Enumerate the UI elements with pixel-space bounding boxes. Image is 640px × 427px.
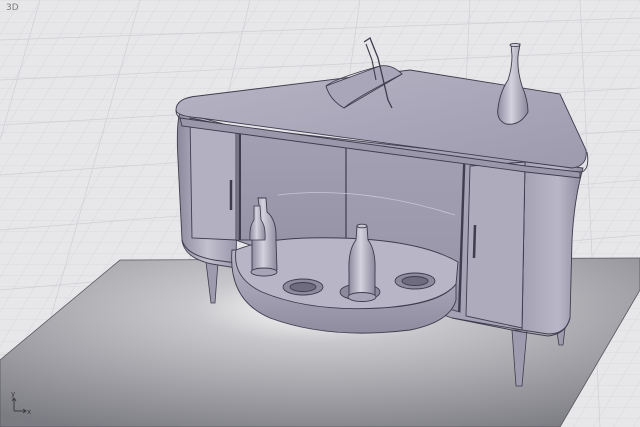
scene-canvas[interactable]: x y xyxy=(0,0,640,427)
axis-x-label: x xyxy=(27,408,31,416)
axis-y-label: y xyxy=(11,390,15,398)
3d-viewport[interactable]: 3D xyxy=(0,0,640,427)
